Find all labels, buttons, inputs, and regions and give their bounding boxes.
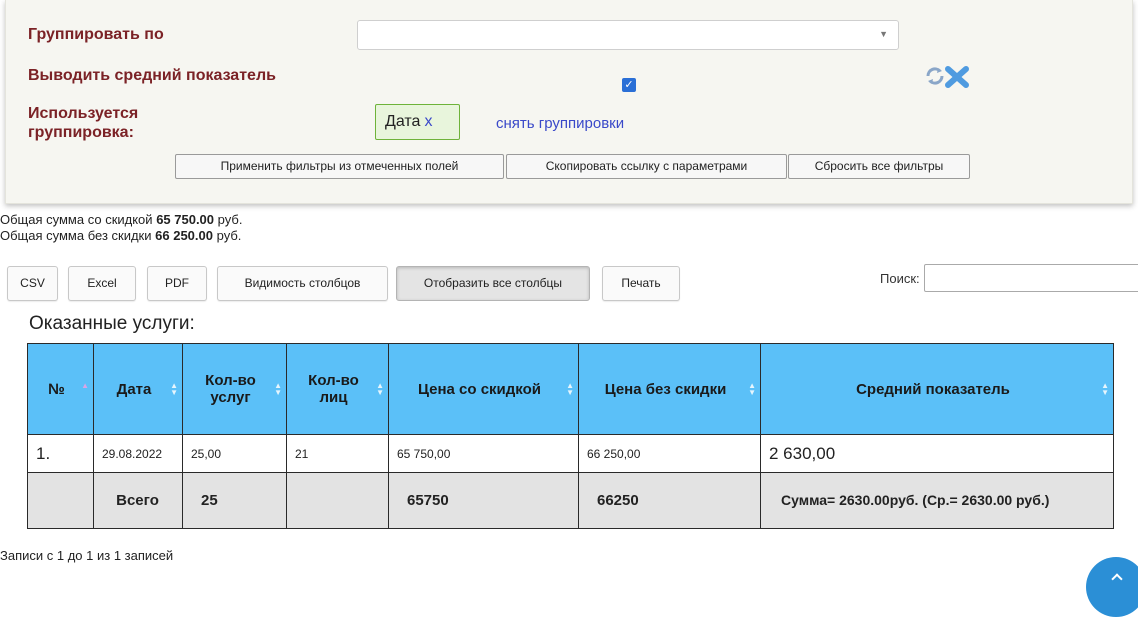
table-summary-row: Всего 25 65750 66250 Сумма= 2630.00руб. … <box>27 472 1114 529</box>
sort-icon: ▲ ▼ <box>274 381 282 397</box>
copy-link-button[interactable]: Скопировать ссылку с параметрами <box>506 154 787 179</box>
currency-label: руб. <box>217 212 243 227</box>
sort-icon: ▲ ▼ <box>376 381 384 397</box>
sort-icon: ▲ ▼ <box>1101 381 1109 397</box>
sort-asc-icon: ▲ <box>81 381 89 390</box>
cell-number: 1. <box>27 434 94 473</box>
group-chip-date: Дата x <box>375 104 460 140</box>
summary-services-count: 25 <box>182 472 287 529</box>
group-chip-label: Дата <box>385 113 421 130</box>
summary-average: Сумма= 2630.00руб. (Ср.= 2630.00 руб.) <box>760 472 1114 529</box>
search-input[interactable] <box>924 264 1138 292</box>
scroll-top-button[interactable] <box>1086 557 1138 617</box>
table-header-row: № ▲ Дата ▲ ▼ Кол-во услуг ▲ ▼ Кол-во лиц ▲ ▼ Це… <box>27 343 1114 435</box>
remove-grouping-link[interactable]: снять группировки <box>496 115 624 132</box>
sort-icon: ▲ ▼ <box>748 381 756 397</box>
csv-button[interactable]: CSV <box>7 266 58 301</box>
clear-filters-icon[interactable] <box>944 64 970 90</box>
currency-label: руб. <box>216 228 242 243</box>
cell-price-no-discount: 66 250,00 <box>578 434 761 473</box>
col-header-persons-count[interactable]: Кол-во лиц ▲ ▼ <box>286 343 389 435</box>
group-chip-remove-icon[interactable]: x <box>424 113 432 130</box>
cell-price-discount: 65 750,00 <box>388 434 579 473</box>
summary-persons-count <box>286 472 389 529</box>
summary-number <box>27 472 94 529</box>
show-average-label: Выводить средний показатель <box>28 67 276 84</box>
col-header-services-count[interactable]: Кол-во услуг ▲ ▼ <box>182 343 287 435</box>
reset-filters-button[interactable]: Сбросить все фильтры <box>788 154 970 179</box>
summary-price-discount: 65750 <box>388 472 579 529</box>
chevron-down-icon: ▼ <box>879 29 888 39</box>
show-average-checkbox[interactable]: ✓ <box>622 78 636 92</box>
summary-label: Всего <box>93 472 183 529</box>
col-header-price-no-discount[interactable]: Цена без скидки ▲ ▼ <box>578 343 761 435</box>
total-without-discount-value: 66 250.00 <box>155 228 213 243</box>
table-title: Оказанные услуги: <box>29 313 195 334</box>
cell-services-count: 25,00 <box>182 434 287 473</box>
services-table: № ▲ Дата ▲ ▼ Кол-во услуг ▲ ▼ Кол-во лиц ▲ ▼ Це… <box>27 343 1114 529</box>
col-header-price-discount[interactable]: Цена со скидкой ▲ ▼ <box>388 343 579 435</box>
group-by-select[interactable]: ▼ <box>357 20 899 50</box>
refresh-icon[interactable] <box>924 65 946 87</box>
filter-panel: Группировать по ▼ Выводить средний показ… <box>5 0 1133 204</box>
totals-summary: Общая сумма со скидкой 65 750.00 руб. Об… <box>0 212 242 244</box>
total-with-discount: Общая сумма со скидкой 65 750.00 руб. <box>0 212 242 228</box>
arrow-up-icon <box>1111 573 1123 585</box>
excel-button[interactable]: Excel <box>68 266 136 301</box>
total-with-discount-label: Общая сумма со скидкой <box>0 212 153 227</box>
summary-price-no-discount: 66250 <box>578 472 761 529</box>
search-label: Поиск: <box>880 271 920 286</box>
cell-date: 29.08.2022 <box>93 434 183 473</box>
table-row: 1. 29.08.2022 25,00 21 65 750,00 66 250,… <box>27 434 1114 473</box>
col-header-average[interactable]: Средний показатель ▲ ▼ <box>760 343 1114 435</box>
sort-icon: ▲ ▼ <box>170 381 178 397</box>
total-without-discount: Общая сумма без скидки 66 250.00 руб. <box>0 228 242 244</box>
apply-filters-button[interactable]: Применить фильтры из отмеченных полей <box>175 154 504 179</box>
total-with-discount-value: 65 750.00 <box>156 212 215 227</box>
pagination-info: Записи с 1 до 1 из 1 записей <box>0 548 174 563</box>
total-without-discount-label: Общая сумма без скидки <box>0 228 152 243</box>
col-header-date[interactable]: Дата ▲ ▼ <box>93 343 183 435</box>
cell-average: 2 630,00 <box>760 434 1114 473</box>
print-button[interactable]: Печать <box>602 266 680 301</box>
used-grouping-label: Используется группировка: <box>28 105 139 141</box>
sort-icon: ▲ ▼ <box>566 381 574 397</box>
col-header-number[interactable]: № ▲ <box>27 343 94 435</box>
pdf-button[interactable]: PDF <box>147 266 207 301</box>
show-all-columns-button[interactable]: Отобразить все столбцы <box>396 266 590 301</box>
group-by-label: Группировать по <box>28 26 164 43</box>
columns-visibility-button[interactable]: Видимость столбцов <box>217 266 388 301</box>
cell-persons-count: 21 <box>286 434 389 473</box>
